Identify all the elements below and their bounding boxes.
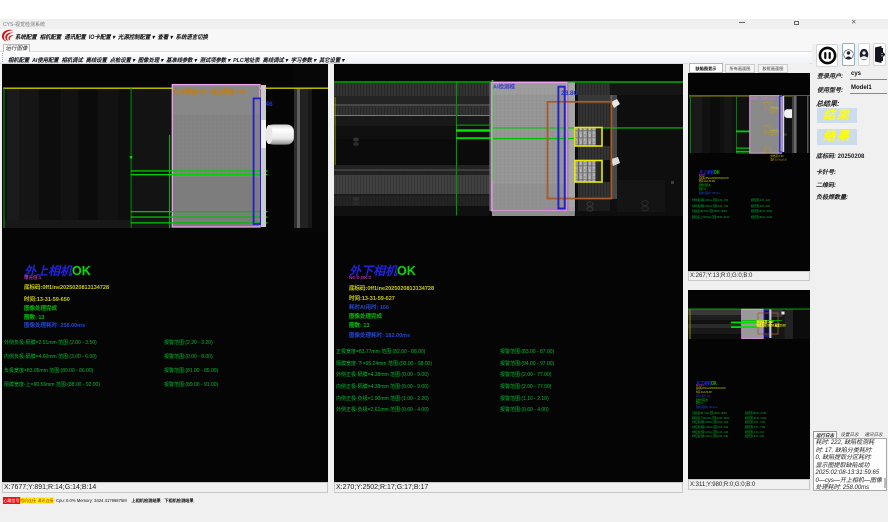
svg-text:灯珠阈值:93, 动态阈值:100: 灯珠阈值:93, 动态阈值:100 (174, 88, 247, 96)
svg-text:面积:0.00 Avg:0.00: 面积:0.00 Avg:0.00 (771, 157, 787, 162)
svg-text:AI检测框: AI检测框 (493, 83, 516, 91)
svg-text:铆接直径:98.69 高度:0.00: 铆接直径:98.69 高度:0.00 (757, 323, 786, 328)
svg-text:面积:0.00 Avg:0.00: 面积:0.00 Avg:0.00 (771, 132, 787, 137)
svg-text:缺陷:0 高度:0.00: 缺陷:0 高度:0.00 (751, 96, 775, 101)
svg-text:23.80: 23.80 (561, 90, 578, 97)
